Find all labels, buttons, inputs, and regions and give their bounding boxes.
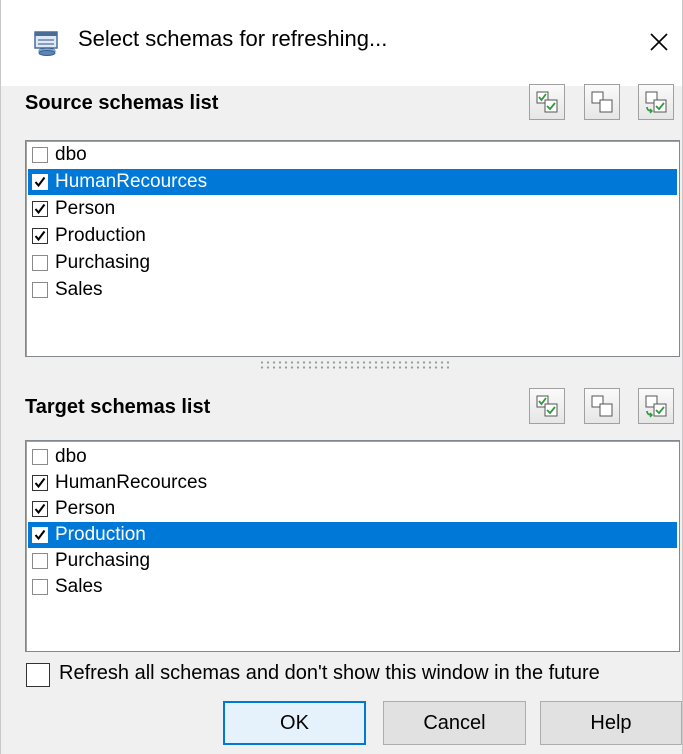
source-item-label: dbo — [55, 144, 87, 165]
help-button[interactable]: Help — [540, 701, 682, 745]
source-uncheck-all-button[interactable] — [584, 84, 620, 120]
source-list-item[interactable]: Person — [28, 196, 677, 222]
close-icon — [650, 33, 668, 51]
source-list-item[interactable]: Purchasing — [28, 250, 677, 276]
checkbox[interactable] — [32, 174, 48, 190]
target-schemas-list[interactable]: dbo HumanRecources Person Production Pur… — [25, 440, 680, 652]
source-item-label: HumanRecources — [55, 171, 208, 192]
source-schemas-label: Source schemas list — [25, 92, 219, 114]
refresh-all-checkbox[interactable] — [26, 663, 50, 687]
target-list-item[interactable]: Production — [28, 522, 677, 548]
checkmark-icon — [34, 477, 46, 489]
checkbox[interactable] — [32, 255, 48, 271]
target-list-item[interactable]: Person — [28, 496, 677, 522]
check-all-icon — [536, 395, 558, 417]
invert-selection-icon — [645, 91, 667, 114]
source-invert-selection-button[interactable] — [638, 84, 674, 120]
target-item-label: Sales — [55, 576, 103, 597]
checkbox[interactable] — [32, 228, 48, 244]
target-check-all-button[interactable] — [529, 388, 565, 424]
source-list-item[interactable]: Sales — [28, 277, 677, 303]
target-list-item[interactable]: HumanRecources — [28, 470, 677, 496]
target-item-label: dbo — [55, 446, 87, 467]
checkmark-icon — [34, 230, 46, 242]
checkbox[interactable] — [32, 475, 48, 491]
checkbox[interactable] — [32, 282, 48, 298]
ok-button[interactable]: OK — [223, 701, 366, 745]
splitter-handle[interactable] — [259, 360, 449, 370]
title-bar: Select schemas for refreshing... — [1, 0, 682, 86]
target-item-label: Person — [55, 498, 116, 519]
source-schemas-list[interactable]: dbo HumanRecources Person Production Pur… — [25, 140, 680, 357]
checkbox[interactable] — [32, 147, 48, 163]
source-list-item[interactable]: Production — [28, 223, 677, 249]
window-title: Select schemas for refreshing... — [78, 26, 388, 51]
refresh-all-label: Refresh all schemas and don't show this … — [59, 662, 600, 684]
source-check-all-button[interactable] — [529, 84, 565, 120]
source-item-label: Purchasing — [55, 252, 151, 273]
source-list-item[interactable]: dbo — [28, 142, 677, 168]
dialog-window: Select schemas for refreshing... Source … — [0, 0, 683, 754]
target-list-item[interactable]: Sales — [28, 574, 677, 600]
checkmark-icon — [34, 529, 46, 541]
target-invert-selection-button[interactable] — [638, 388, 674, 424]
target-item-label: HumanRecources — [55, 472, 208, 493]
target-uncheck-all-button[interactable] — [584, 388, 620, 424]
app-schema-icon — [34, 30, 60, 56]
checkbox[interactable] — [32, 553, 48, 569]
invert-selection-icon — [645, 395, 667, 418]
uncheck-all-icon — [591, 395, 613, 417]
checkbox[interactable] — [32, 501, 48, 517]
close-button[interactable] — [637, 20, 681, 64]
target-schemas-label: Target schemas list — [25, 396, 211, 418]
checkbox[interactable] — [32, 527, 48, 543]
target-list-item[interactable]: dbo — [28, 444, 677, 470]
cancel-button[interactable]: Cancel — [383, 701, 526, 745]
source-item-label: Production — [55, 225, 146, 246]
check-all-icon — [536, 91, 558, 113]
checkmark-icon — [34, 203, 46, 215]
target-list-item[interactable]: Purchasing — [28, 548, 677, 574]
target-item-label: Production — [55, 524, 146, 545]
uncheck-all-icon — [591, 91, 613, 113]
source-item-label: Person — [55, 198, 116, 219]
checkmark-icon — [34, 503, 46, 515]
source-list-item[interactable]: HumanRecources — [28, 169, 677, 195]
checkmark-icon — [34, 176, 46, 188]
checkbox[interactable] — [32, 449, 48, 465]
target-item-label: Purchasing — [55, 550, 151, 571]
checkbox[interactable] — [32, 579, 48, 595]
source-item-label: Sales — [55, 279, 103, 300]
checkbox[interactable] — [32, 201, 48, 217]
